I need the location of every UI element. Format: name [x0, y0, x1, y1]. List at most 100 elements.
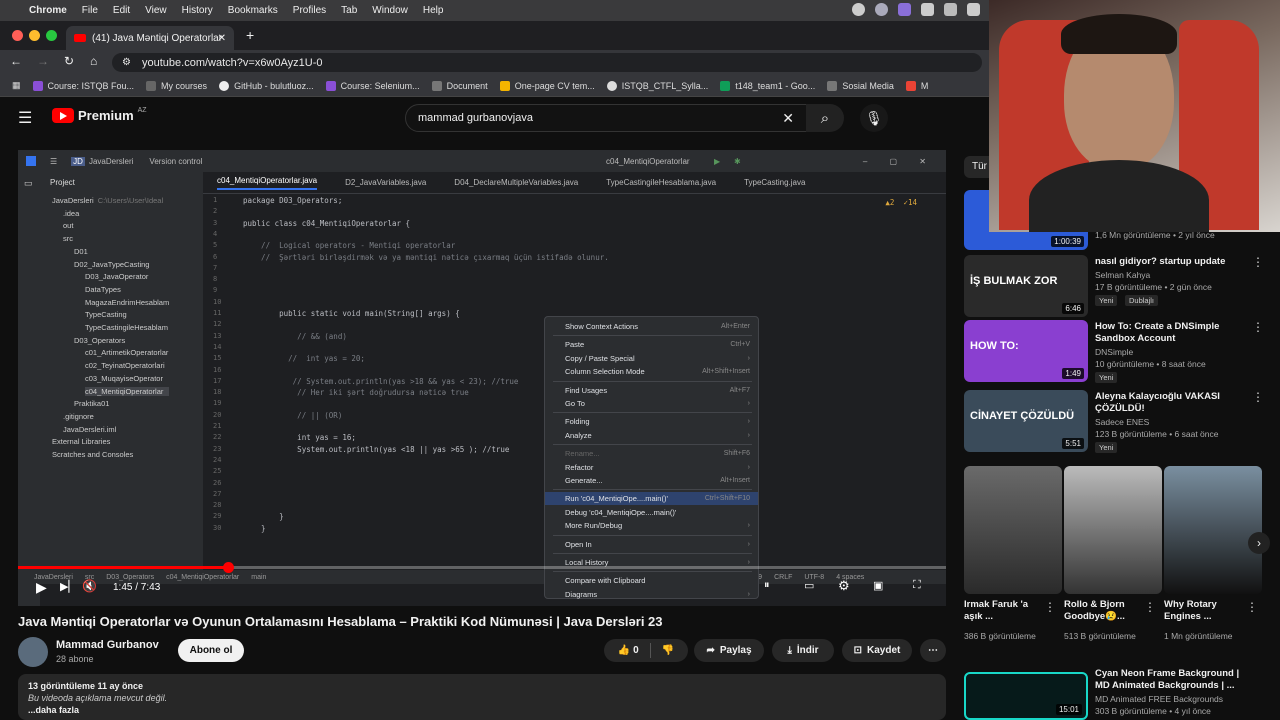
volume-muted-icon[interactable]: 🔇 — [82, 579, 97, 593]
status-icon[interactable] — [852, 3, 865, 16]
menu-item-label: Open In — [565, 539, 592, 549]
browser-tab[interactable]: (41) Java Məntiqi Operatorlar ✕ — [66, 26, 234, 50]
like-button[interactable]: 👍 0 — [618, 645, 639, 656]
menu-bookmarks[interactable]: Bookmarks — [228, 5, 278, 16]
bookmark-label: M — [920, 80, 929, 91]
play-icon[interactable]: ▶ — [36, 579, 47, 596]
video-thumbnail[interactable]: CİNAYET ÇÖZÜLDÜ 5:51 — [964, 390, 1088, 452]
video-thumbnail[interactable]: HOW TO: 1:49 — [964, 320, 1088, 382]
download-button[interactable]: ⤓ İndir — [772, 639, 834, 662]
context-menu-item: Generate... Alt+Insert — [545, 474, 758, 487]
menu-window[interactable]: Window — [372, 5, 408, 16]
folder-icon — [146, 80, 157, 91]
home-icon[interactable]: ⌂ — [90, 54, 97, 68]
status-icon[interactable] — [921, 3, 934, 16]
subscribe-button[interactable]: Abone ol — [178, 639, 244, 662]
site-info-icon[interactable]: ⚙ — [122, 57, 131, 68]
bookmark-item[interactable]: Document — [431, 80, 488, 91]
save-button[interactable]: ⊡ Kaydet — [842, 639, 912, 662]
tree-item-label: c04_MentiqiOperatorlar — [85, 386, 164, 396]
pause-autoplay-icon[interactable]: ⏸ — [764, 579, 770, 592]
menu-history[interactable]: History — [182, 5, 213, 16]
subtitles-icon[interactable]: ▭ — [804, 579, 814, 592]
fullscreen-icon[interactable]: ⛶ — [913, 579, 921, 592]
more-options-icon[interactable]: ⋮ — [1144, 600, 1156, 614]
bookmark-item[interactable]: My courses — [146, 80, 207, 91]
short-thumbnail[interactable] — [964, 466, 1062, 594]
close-window-icon[interactable] — [12, 30, 23, 41]
video-title[interactable]: How To: Create a DNSimple Sandbox Accoun… — [1095, 321, 1245, 345]
url-field[interactable]: ⚙ youtube.com/watch?v=x6w0Ayz1U-0 — [112, 53, 982, 72]
more-options-icon[interactable]: ⋮ — [1252, 390, 1264, 404]
bookmark-item[interactable]: t148_team1 - Goo... — [720, 80, 815, 91]
description-box[interactable]: 13 görüntüleme 11 ay önce Bu videoda açı… — [18, 674, 946, 720]
menu-file[interactable]: File — [82, 5, 98, 16]
short-title[interactable]: Why Rotary Engines ... — [1164, 599, 1244, 623]
minimize-window-icon[interactable] — [29, 30, 40, 41]
menu-profiles[interactable]: Profiles — [293, 5, 326, 16]
search-text: mammad gurbanovjava — [418, 112, 533, 124]
status-icon[interactable] — [967, 3, 980, 16]
video-title[interactable]: Cyan Neon Frame Background | MD Animated… — [1095, 668, 1245, 692]
more-actions-button[interactable]: ⋯ — [920, 639, 946, 662]
more-options-icon[interactable]: ⋮ — [1252, 320, 1264, 334]
menu-item-label: Folding — [565, 417, 590, 427]
line-number: 24 — [213, 455, 222, 464]
menu-help[interactable]: Help — [423, 5, 444, 16]
dislike-button[interactable]: 👎 — [662, 645, 674, 656]
code-line: // Logical operators - Mentiqi operatorl… — [243, 241, 456, 251]
menu-chrome[interactable]: Chrome — [29, 5, 67, 16]
short-title[interactable]: Rollo & Bjorn Goodbye😢... — [1064, 599, 1144, 623]
show-more-link[interactable]: ...daha fazla — [28, 704, 936, 716]
more-options-icon[interactable]: ⋮ — [1246, 600, 1258, 614]
short-title[interactable]: Irmak Faruk 'a aşık ... — [964, 599, 1044, 623]
video-thumbnail[interactable]: 15:01 — [964, 672, 1088, 720]
new-tab-icon[interactable]: + — [246, 27, 254, 43]
close-tab-icon[interactable]: ✕ — [218, 33, 226, 44]
menu-tab[interactable]: Tab — [341, 5, 357, 16]
bookmark-item[interactable]: GitHub - bulutluoz... — [219, 80, 314, 91]
more-options-icon[interactable]: ⋮ — [1252, 255, 1264, 269]
reload-icon[interactable]: ↻ — [64, 54, 74, 68]
video-player[interactable]: ☰ JD JavaDersleri Version control c04_Me… — [18, 150, 946, 606]
more-options-icon[interactable]: ⋮ — [1044, 600, 1056, 614]
miniplayer-icon[interactable]: ▣ — [873, 579, 883, 592]
video-thumbnail[interactable]: İŞ BULMAK ZOR 6:46 — [964, 255, 1088, 317]
status-icon[interactable] — [898, 3, 911, 16]
short-thumbnail[interactable] — [1064, 466, 1162, 594]
apps-icon[interactable]: ▦ — [12, 80, 21, 91]
maximize-window-icon[interactable] — [46, 30, 57, 41]
debug-icon: ✱ — [734, 156, 741, 166]
voice-search-button[interactable]: 🎙 — [860, 104, 888, 132]
back-icon[interactable]: ← — [10, 54, 22, 68]
bookmark-item[interactable]: Course: Selenium... — [325, 80, 420, 91]
short-thumbnail[interactable] — [1164, 466, 1262, 594]
next-shorts-button[interactable]: › — [1248, 532, 1270, 554]
youtube-logo[interactable]: Premium AZ — [52, 107, 147, 123]
hamburger-menu-icon[interactable]: ☰ — [18, 108, 32, 128]
video-title: Java Məntiqi Operatorlar və Oyunun Ortal… — [18, 614, 663, 629]
bookmark-item[interactable]: M — [905, 80, 929, 91]
search-button[interactable]: ⌕ — [806, 104, 844, 132]
settings-icon[interactable]: ⚙ — [838, 578, 850, 594]
bookmark-item[interactable]: Course: ISTQB Fou... — [32, 80, 134, 91]
clear-search-icon[interactable]: ✕ — [782, 110, 794, 127]
wifi-icon[interactable] — [944, 3, 957, 16]
video-progress-bar[interactable] — [18, 562, 946, 573]
channel-name[interactable]: Mammad Gurbanov — [56, 639, 159, 651]
video-title[interactable]: nasıl gidiyor? startup update — [1095, 256, 1245, 268]
next-icon[interactable]: ▶▏ — [60, 580, 77, 593]
menu-edit[interactable]: Edit — [113, 5, 130, 16]
menu-view[interactable]: View — [145, 5, 167, 16]
search-input[interactable]: mammad gurbanovjava ✕ — [405, 104, 807, 132]
bookmark-item[interactable]: Sosial Media — [827, 80, 894, 91]
video-title[interactable]: Aleyna Kalaycıoğlu VAKASI ÇÖZÜLDÜ! — [1095, 391, 1245, 415]
forward-icon[interactable]: → — [37, 54, 49, 68]
status-icon[interactable] — [875, 3, 888, 16]
share-button[interactable]: ➦ Paylaş — [694, 639, 764, 662]
bookmark-item[interactable]: ISTQB_CTFL_Sylla... — [606, 80, 708, 91]
channel-avatar[interactable] — [18, 637, 48, 667]
bookmark-item[interactable]: One-page CV tem... — [499, 80, 595, 91]
menu-item-shortcut: Alt+Enter — [721, 323, 750, 330]
tree-item: External Libraries — [52, 437, 110, 446]
